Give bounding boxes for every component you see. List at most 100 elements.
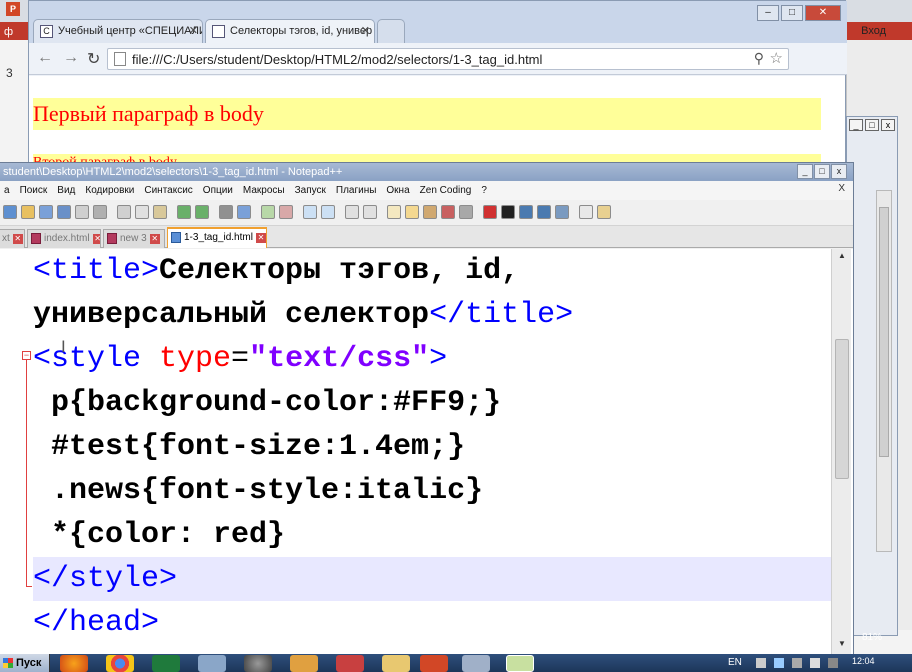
new-tab-button[interactable] (377, 19, 405, 43)
maximize-button[interactable]: □ (814, 164, 830, 179)
doc-tab-new3[interactable]: new 3 ✕ (103, 229, 165, 248)
code-editor[interactable]: − <title>Селекторы тэгов, id, универсаль… (0, 249, 853, 655)
menu-item-help[interactable]: ? (476, 185, 492, 196)
menu-item-run[interactable]: Запуск (290, 185, 331, 196)
play-macro-icon[interactable] (519, 205, 533, 219)
doc-tab-1-3-tag-id[interactable]: 1-3_tag_id.html ✕ (167, 227, 267, 248)
plugin-icon[interactable] (597, 205, 611, 219)
browser-tab-specialist[interactable]: C Учебный центр «СПЕЦИАЛИ ✕ (33, 19, 203, 43)
menu-item-view[interactable]: Вид (52, 185, 80, 196)
cut-icon[interactable] (117, 205, 131, 219)
browser-tab-selectors[interactable]: Селекторы тэгов, id, универ ✕ (205, 19, 375, 43)
zoom-icon[interactable]: ⚲ (754, 50, 764, 67)
folder-icon[interactable] (382, 655, 410, 672)
code-area[interactable]: <title>Селекторы тэгов, id, универсальны… (33, 249, 831, 655)
open-file-icon[interactable] (21, 205, 35, 219)
close-icon[interactable]: ✕ (255, 233, 266, 243)
menu-item-encoding[interactable]: Кодировки (80, 185, 139, 196)
close-icon[interactable]: ✕ (189, 24, 198, 37)
scroll-up-icon[interactable]: ▲ (836, 251, 848, 263)
close-window-button[interactable]: x (881, 119, 895, 131)
run-macro-multiple-icon[interactable] (537, 205, 551, 219)
indent-guide-icon[interactable] (387, 205, 401, 219)
close-icon[interactable]: ✕ (12, 234, 23, 244)
redo-icon[interactable] (195, 205, 209, 219)
print-icon[interactable] (93, 205, 107, 219)
show-all-chars-icon[interactable] (363, 205, 377, 219)
maximize-button[interactable]: □ (781, 5, 803, 21)
fold-toggle-icon[interactable]: − (22, 351, 31, 360)
file-tab-label[interactable]: ф (4, 26, 13, 38)
menu-item-syntax[interactable]: Синтаксис (139, 185, 197, 196)
stop-macro-icon[interactable] (501, 205, 515, 219)
sync-h-icon[interactable] (321, 205, 335, 219)
window-icon[interactable] (462, 655, 490, 672)
replace-icon[interactable] (237, 205, 251, 219)
menu-item-macros[interactable]: Макросы (238, 185, 290, 196)
menu-item-search[interactable]: Поиск (15, 185, 53, 196)
forward-arrow-icon[interactable]: → (63, 49, 79, 67)
background-scrollbar[interactable] (876, 190, 892, 552)
close-icon[interactable]: ✕ (92, 234, 100, 244)
scroll-down-icon[interactable]: ▼ (836, 639, 848, 651)
reload-icon[interactable]: ↻ (87, 49, 100, 69)
people-icon[interactable] (290, 655, 318, 672)
paste-icon[interactable] (153, 205, 167, 219)
tray-icon[interactable] (828, 658, 838, 668)
folder-workspace-icon[interactable] (459, 205, 473, 219)
copy-icon[interactable] (135, 205, 149, 219)
start-button[interactable]: Пуск (0, 654, 50, 672)
close-document-button[interactable]: X (838, 183, 845, 194)
maximize-button[interactable]: □ (865, 119, 879, 131)
pen-icon[interactable] (198, 655, 226, 672)
minimize-button[interactable]: _ (797, 164, 813, 179)
media-icon[interactable] (244, 655, 272, 672)
chrome-icon[interactable] (106, 655, 134, 672)
zoom-out-icon[interactable] (279, 205, 293, 219)
address-bar[interactable]: file:///C:/Users/student/Desktop/HTML2/m… (107, 48, 789, 70)
close-window-button[interactable]: x (831, 164, 847, 179)
menu-item-options[interactable]: Опции (198, 185, 238, 196)
close-icon[interactable]: ✕ (149, 234, 160, 244)
save-macro-icon[interactable] (555, 205, 569, 219)
menu-item-windows[interactable]: Окна (381, 185, 414, 196)
minimize-button[interactable]: _ (849, 119, 863, 131)
excel-icon[interactable] (152, 655, 180, 672)
back-arrow-icon[interactable]: ← (37, 49, 53, 67)
save-all-icon[interactable] (57, 205, 71, 219)
language-indicator[interactable]: EN (728, 657, 742, 668)
star-icon[interactable]: ☆ (770, 49, 783, 67)
ds-plugin-icon[interactable] (579, 205, 593, 219)
tray-icon[interactable] (792, 658, 802, 668)
volume-icon[interactable] (810, 658, 820, 668)
scrollbar-thumb[interactable] (835, 339, 849, 479)
powerpoint-icon[interactable] (420, 655, 448, 672)
shapes-icon[interactable] (336, 655, 364, 672)
fold-margin[interactable] (0, 249, 29, 655)
zoom-in-icon[interactable] (261, 205, 275, 219)
doc-tab-xt[interactable]: xt ✕ (0, 229, 25, 248)
sync-v-icon[interactable] (303, 205, 317, 219)
udl-icon[interactable] (405, 205, 419, 219)
new-file-icon[interactable] (3, 205, 17, 219)
minimize-button[interactable]: – (757, 5, 779, 21)
scrollbar-thumb[interactable] (879, 207, 889, 457)
doc-tab-index[interactable]: index.html ✕ (27, 229, 101, 248)
word-wrap-icon[interactable] (345, 205, 359, 219)
clock[interactable]: 12:04 (852, 656, 875, 666)
network-icon[interactable] (774, 658, 784, 668)
tray-icon[interactable] (756, 658, 766, 668)
undo-icon[interactable] (177, 205, 191, 219)
record-macro-icon[interactable] (483, 205, 497, 219)
close-icon[interactable]: ✕ (361, 24, 370, 37)
save-icon[interactable] (39, 205, 53, 219)
firefox-icon[interactable] (60, 655, 88, 672)
vertical-scrollbar[interactable]: ▲ ▼ (831, 249, 851, 655)
notepadpp-icon[interactable] (506, 655, 534, 672)
close-window-button[interactable]: ✕ (805, 5, 841, 21)
close-file-icon[interactable] (75, 205, 89, 219)
find-icon[interactable] (219, 205, 233, 219)
login-link[interactable]: Вход (861, 25, 886, 37)
doc-map-icon[interactable] (423, 205, 437, 219)
menu-item-plugins[interactable]: Плагины (331, 185, 382, 196)
